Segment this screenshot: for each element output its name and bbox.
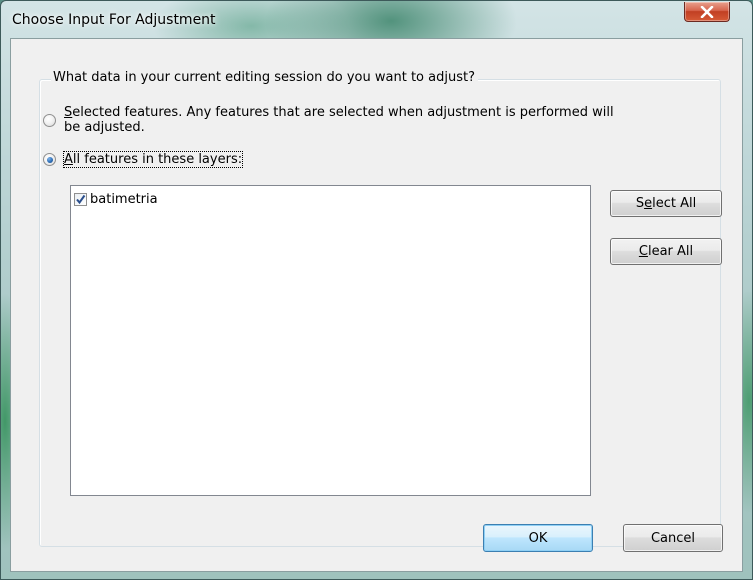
all-features-mnemonic: A: [64, 152, 73, 167]
selected-features-text-line2: be adjusted.: [64, 120, 145, 135]
all-features-radio[interactable]: [43, 153, 56, 166]
layer-name: batimetria: [90, 192, 158, 207]
all-features-label[interactable]: All features in these layers:: [62, 151, 244, 168]
all-features-text: ll features in these layers:: [72, 152, 243, 167]
clear-all-mnemonic: C: [638, 244, 648, 259]
groupbox-legend: What data in your current editing sessio…: [51, 70, 478, 85]
clear-all-label-post: lear All: [647, 244, 694, 259]
cancel-button[interactable]: Cancel: [623, 524, 723, 552]
select-all-mnemonic: e: [644, 196, 653, 211]
select-all-button[interactable]: Se lect All: [610, 190, 722, 217]
dialog-client-area: What data in your current editing sessio…: [10, 38, 743, 572]
title-bar[interactable]: Choose Input For Adjustment: [1, 1, 752, 37]
dialog-window: Choose Input For Adjustment What data in…: [0, 0, 753, 580]
window-title: Choose Input For Adjustment: [12, 12, 216, 28]
select-all-label-post: lect All: [652, 196, 697, 211]
selected-features-radio[interactable]: [43, 114, 56, 127]
checkmark-icon: [76, 194, 86, 205]
close-button[interactable]: [684, 2, 730, 22]
close-icon: [700, 5, 714, 18]
selected-features-label[interactable]: Selected features. Any features that are…: [64, 105, 614, 135]
clear-all-button[interactable]: Clear All: [610, 238, 722, 265]
list-item[interactable]: batimetria: [74, 191, 158, 208]
ok-button[interactable]: OK: [483, 524, 593, 552]
selected-features-text: elected features. Any features that are …: [72, 105, 614, 120]
select-all-label-pre: S: [635, 196, 645, 211]
layers-listbox[interactable]: batimetria: [70, 185, 591, 496]
layer-checkbox[interactable]: [74, 193, 87, 206]
